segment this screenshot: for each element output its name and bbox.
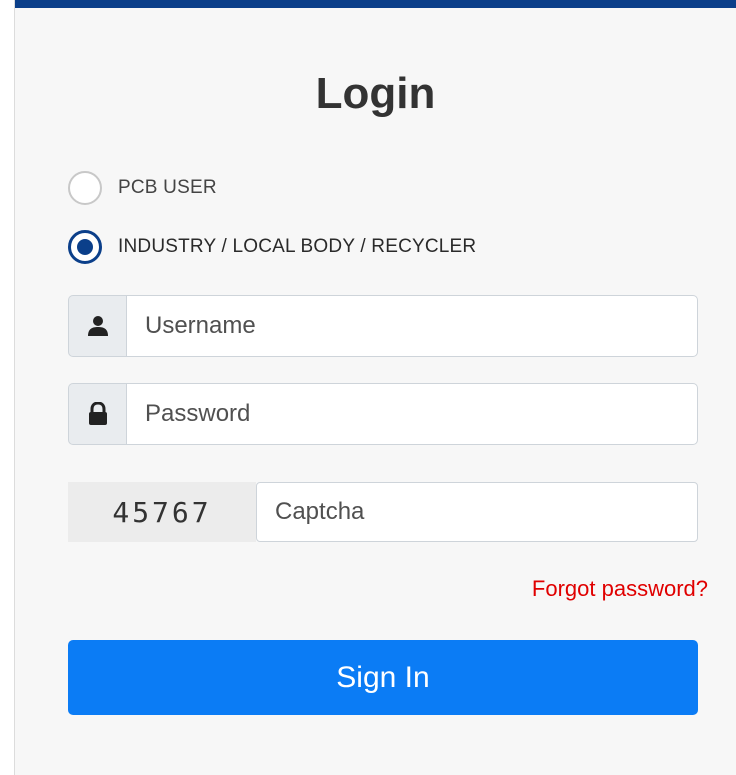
radio-label-pcb-user: PCB USER xyxy=(118,177,217,198)
captcha-code: 45767 xyxy=(68,482,256,542)
radio-industry[interactable]: INDUSTRY / LOCAL BODY / RECYCLER xyxy=(68,227,476,267)
radio-label-industry: INDUSTRY / LOCAL BODY / RECYCLER xyxy=(118,236,477,257)
user-icon xyxy=(68,295,126,357)
username-field-group xyxy=(68,295,698,357)
lock-icon xyxy=(68,383,126,445)
forgot-password-link[interactable]: Forgot password? xyxy=(532,576,708,602)
login-panel: Login PCB USER INDUSTRY / LOCAL BODY / R… xyxy=(14,0,736,775)
radio-button-pcb-user[interactable] xyxy=(68,171,102,205)
username-input[interactable] xyxy=(126,295,698,357)
password-field-group xyxy=(68,383,698,445)
top-accent-bar xyxy=(15,0,736,8)
captcha-input[interactable] xyxy=(256,482,698,542)
radio-pcb-user[interactable]: PCB USER xyxy=(68,168,217,208)
password-input[interactable] xyxy=(126,383,698,445)
page-title: Login xyxy=(315,69,436,118)
sign-in-button[interactable]: Sign In xyxy=(68,640,698,715)
radio-button-industry[interactable] xyxy=(68,230,102,264)
